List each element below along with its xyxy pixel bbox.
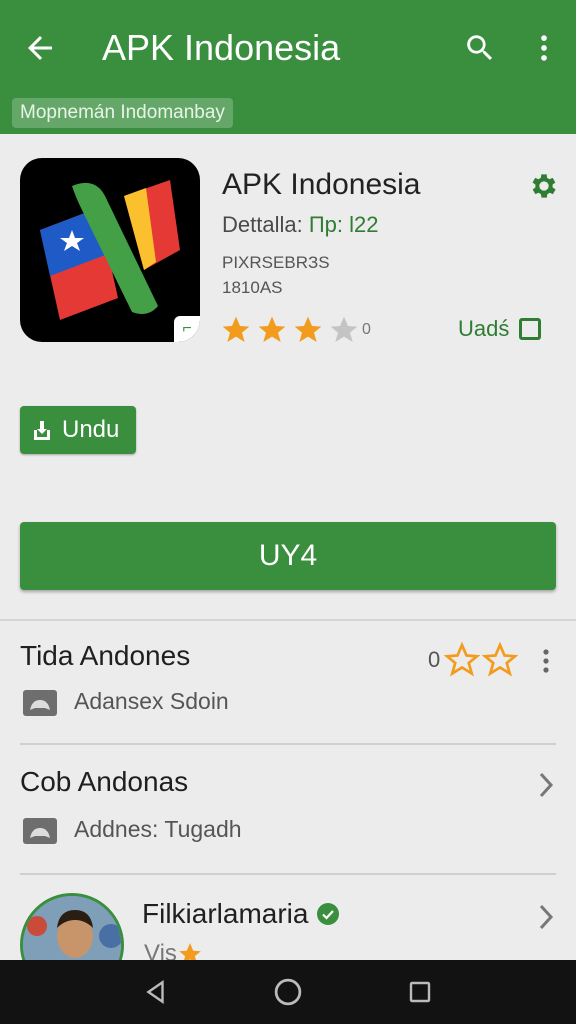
nav-home-button[interactable] <box>268 972 308 1012</box>
app-bar: APK Indonesia <box>0 0 576 96</box>
uads-label: Uadś <box>458 316 510 341</box>
gamepad-icon <box>23 818 57 844</box>
gear-icon[interactable] <box>528 170 560 202</box>
star-icon <box>222 316 250 342</box>
app-title: APK Indonesia <box>222 168 421 201</box>
square-recents-icon <box>409 981 431 1003</box>
app-bar-title: APK Indonesia <box>102 27 341 68</box>
overflow-menu-button[interactable] <box>512 0 576 96</box>
star-empty-icon <box>330 316 358 342</box>
nav-back-button[interactable] <box>136 972 176 1012</box>
checkbox-icon <box>519 318 542 340</box>
star-icon <box>294 316 322 342</box>
detail-label: Dettalla: <box>222 212 303 237</box>
arrow-back-icon <box>28 36 52 60</box>
rating-count: 0 <box>362 321 371 338</box>
flags-logo-icon <box>40 180 180 320</box>
search-button[interactable] <box>448 0 512 96</box>
divider <box>20 873 556 875</box>
divider <box>20 743 556 745</box>
more-vert-icon[interactable] <box>536 646 556 676</box>
meta-line-2: 1810AS <box>222 278 283 297</box>
system-nav-bar <box>0 960 576 1024</box>
more-vert-icon <box>541 35 547 61</box>
category-chip[interactable]: Mopnemán Indomanbay <box>12 98 233 128</box>
primary-action-button[interactable]: UY4 <box>20 522 556 590</box>
chevron-right-icon[interactable] <box>536 770 558 800</box>
circle-home-icon <box>274 978 302 1006</box>
list-item-subtitle: Addnes: Tugadh <box>74 816 242 842</box>
detail-line: Dettalla: Пр: l22 <box>222 212 378 238</box>
rating-stars: 0 <box>220 312 371 348</box>
download-button-label: Undu <box>62 416 120 443</box>
search-icon <box>467 35 493 61</box>
sub-bar: Mopnemán Indomanbay <box>0 96 576 134</box>
uads-toggle[interactable]: Uadś <box>458 316 542 342</box>
list-item-rating: 0 <box>428 640 519 680</box>
download-button[interactable]: Undu <box>20 406 136 454</box>
list-item-title[interactable]: Tida Andones <box>20 640 190 672</box>
star-outline-icon <box>444 642 481 677</box>
triangle-back-icon <box>146 979 164 1005</box>
back-button[interactable] <box>0 0 80 96</box>
list-item-title[interactable]: Cob Andonas <box>20 766 188 798</box>
gamepad-icon <box>23 690 57 716</box>
divider <box>0 619 576 621</box>
list-item-rating-value: 0 <box>428 647 441 672</box>
detail-value: Пр: l22 <box>308 212 379 237</box>
corner-badge: ⌐ <box>174 316 200 342</box>
user-name-label: Filkiarlamaria <box>142 898 309 929</box>
meta-line-1: PIXRSEBRЗS <box>222 253 330 272</box>
verified-badge-icon <box>317 903 340 925</box>
app-icon: ⌐ <box>20 158 200 342</box>
list-item-subtitle: Adansex Sdoin <box>74 688 229 714</box>
download-icon <box>34 421 50 440</box>
chevron-right-icon[interactable] <box>536 902 558 932</box>
nav-recents-button[interactable] <box>400 972 440 1012</box>
star-icon <box>258 316 286 342</box>
user-name[interactable]: Filkiarlamaria <box>142 898 340 930</box>
star-outline-icon <box>482 642 519 677</box>
